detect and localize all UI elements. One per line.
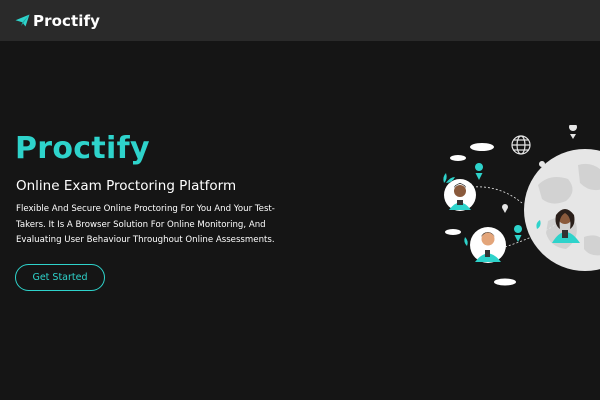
hero-description: Flexible And Secure Online Proctoring Fo… [16, 204, 275, 245]
proctoring-illustration [443, 125, 600, 286]
top-navbar: Proctify [0, 0, 600, 41]
globe-icon [511, 135, 531, 155]
get-started-button[interactable]: Get Started [15, 264, 105, 291]
person-avatar-2 [470, 227, 506, 263]
hero-title: Proctify [15, 131, 150, 166]
hero-subtitle: Online Exam Proctoring Platform [16, 178, 237, 194]
brand-logo-link[interactable]: Proctify [15, 12, 100, 30]
paper-plane-icon [15, 14, 30, 27]
person-avatar-1 [444, 179, 476, 211]
brand-name: Proctify [33, 11, 101, 30]
